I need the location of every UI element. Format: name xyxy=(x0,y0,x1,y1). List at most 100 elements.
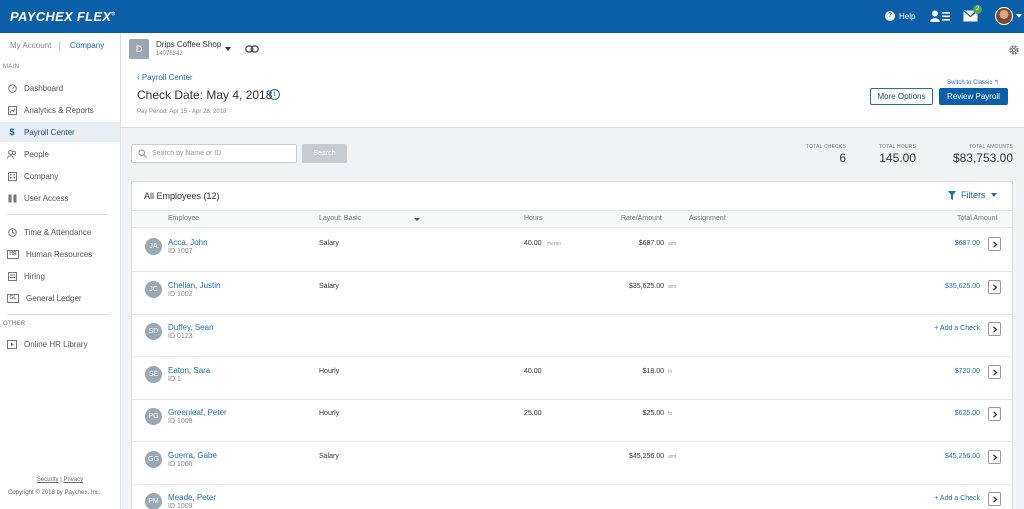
sidebar-item-hiring[interactable]: Hiring xyxy=(0,266,120,286)
link-icon[interactable] xyxy=(245,44,259,54)
employee-name-link[interactable]: Meade, Peter xyxy=(168,493,216,502)
chevron-right-icon xyxy=(993,411,998,418)
table-row[interactable]: SE Eaton, Sara ID 1 Hourly 40.00 $18.00 hr $720… xyxy=(132,357,1012,400)
column-header-rate: Rate/Amount xyxy=(621,215,662,222)
total-amount-link[interactable]: $625.00 xyxy=(955,410,980,417)
column-header-layout[interactable]: Layout: Basic xyxy=(319,215,361,222)
row-chevron-right-button[interactable] xyxy=(988,279,1001,294)
pay-layout: Salary xyxy=(319,452,339,460)
employee-name-link[interactable]: Eaton, Sara xyxy=(168,366,210,375)
rate-amount[interactable]: $687.00 xyxy=(639,240,664,247)
company-name[interactable]: Drips Coffee Shop xyxy=(156,40,221,49)
employee-name-link[interactable]: Chelian, Justin xyxy=(168,281,220,290)
user-access-icon xyxy=(7,193,17,203)
add-check-link[interactable]: + Add a Check xyxy=(934,325,980,332)
chevron-right-icon xyxy=(993,453,998,461)
sidebar-item-people[interactable]: People xyxy=(0,144,120,164)
tab-my-account[interactable]: My Account xyxy=(10,41,51,50)
hours-value[interactable]: 40.00 xyxy=(524,240,542,247)
row-chevron-right-button[interactable] xyxy=(988,237,1001,251)
total-checks-value: 6 xyxy=(839,151,846,165)
employee-name-link[interactable]: Guerra, Gabe xyxy=(168,451,217,460)
sidebar-item-label: People xyxy=(24,149,49,159)
rate-amount[interactable]: $25.00 xyxy=(643,410,664,417)
info-icon[interactable]: i xyxy=(269,89,280,100)
security-link[interactable]: Security xyxy=(37,477,59,483)
row-chevron-right-button[interactable] xyxy=(988,449,1001,464)
search-button[interactable]: Search xyxy=(302,144,347,163)
row-chevron-right-button[interactable] xyxy=(988,322,1001,336)
sidebar-item-human-resources[interactable]: HR Human Resources xyxy=(0,244,120,264)
sidebar-item-label: Payroll Center xyxy=(24,127,75,137)
hours-value[interactable]: 25.00 xyxy=(524,410,542,417)
hours-value[interactable]: 40.00 xyxy=(524,368,542,375)
review-payroll-button[interactable]: Review Payroll xyxy=(939,88,1008,105)
dashboard-icon xyxy=(7,83,17,93)
table-row[interactable]: SD Duffey, Sean ID 0123 + Add a Check xyxy=(132,314,1012,357)
chevron-right-icon xyxy=(993,241,998,248)
pay-layout: Salary xyxy=(319,240,339,247)
gear-icon[interactable] xyxy=(1008,44,1020,56)
sidebar-item-dashboard[interactable]: Dashboard xyxy=(0,78,120,98)
sidebar-item-user-access[interactable]: User Access xyxy=(0,188,120,208)
total-amount-link[interactable]: $720.00 xyxy=(955,368,980,375)
top-bar: PAYCHEX FLEX® ? Help 2 xyxy=(0,0,1024,33)
sidebar-item-label: Company xyxy=(24,171,59,181)
total-amount-link[interactable]: $45,256.00 xyxy=(945,453,980,460)
total-hours-label: TOTAL HOURS xyxy=(878,144,916,150)
total-amount-link[interactable]: $687.00 xyxy=(955,240,980,247)
filters-button[interactable]: Filters xyxy=(948,190,997,200)
privacy-link[interactable]: Privacy xyxy=(63,477,83,483)
row-chevron-right-button[interactable] xyxy=(988,407,1001,421)
sidebar-item-payroll-center[interactable]: $ Payroll Center xyxy=(0,122,120,142)
company-selector-chevron-down-icon[interactable] xyxy=(225,47,231,51)
employee-avatar: PM xyxy=(145,493,162,509)
mail-count-badge: 2 xyxy=(973,5,982,14)
table-row[interactable]: JA Acca, John ID 1007 Salary 40.00 memo $687.0… xyxy=(132,229,1012,272)
rate-amount[interactable]: $45,256.00 xyxy=(629,453,664,460)
paychex-flex-logo[interactable]: PAYCHEX FLEX® xyxy=(10,9,115,24)
sidebar-item-label: Human Resources xyxy=(26,249,93,259)
sidebar-item-label: Online HR Library xyxy=(24,339,88,349)
switch-to-classic-link[interactable]: Switch to Classic ↰ xyxy=(947,79,999,86)
help-button[interactable]: ? Help xyxy=(885,11,915,21)
sidebar-item-general-ledger[interactable]: GL General Ledger xyxy=(0,288,120,308)
employee-name-link[interactable]: Duffey, Sean xyxy=(168,323,214,332)
row-chevron-right-button[interactable] xyxy=(988,492,1001,506)
sidebar-divider xyxy=(7,314,109,315)
employee-name-link[interactable]: Greenleaf, Peter xyxy=(168,408,227,417)
total-amounts-value: $83,753.00 xyxy=(952,151,1013,165)
table-row[interactable]: PM Meade, Peter ID 1009 + Add a Check xyxy=(132,484,1012,509)
breadcrumb-back-link[interactable]: ‹ Payroll Center xyxy=(137,73,193,82)
sidebar-item-analytics-reports[interactable]: Analytics & Reports xyxy=(0,100,120,120)
employee-avatar: PG xyxy=(145,408,162,425)
hiring-icon xyxy=(7,271,17,281)
table-row[interactable]: JC Chelian, Justin ID 1002 Salary $35,625.00… xyxy=(132,272,1012,315)
layout-chevron-down-icon[interactable] xyxy=(414,218,420,221)
sidebar-item-label: User Access xyxy=(24,193,69,203)
people-directory-icon[interactable] xyxy=(930,10,950,22)
user-menu-chevron-down-icon[interactable] xyxy=(1016,14,1022,18)
rate-amount[interactable]: $18.00 xyxy=(643,368,664,375)
row-chevron-right-button[interactable] xyxy=(988,364,1001,379)
employee-avatar: GG xyxy=(145,450,162,468)
search-input[interactable] xyxy=(131,144,297,163)
more-options-button[interactable]: More Options xyxy=(870,88,933,105)
hr-icon: HR xyxy=(7,249,19,259)
sidebar-item-company[interactable]: Company xyxy=(0,166,120,186)
copyright-text: Copyright © 2018 by Paychex, Inc. xyxy=(8,490,101,496)
filters-chevron-down-icon xyxy=(990,193,997,197)
tab-company[interactable]: Company xyxy=(70,41,104,50)
column-header-employee[interactable]: Employee xyxy=(168,215,199,222)
logo-text: PAYCHEX FLEX xyxy=(10,9,112,24)
employee-name-link[interactable]: Acca, John xyxy=(168,238,208,247)
rate-amount[interactable]: $35,625.00 xyxy=(629,283,664,290)
add-check-link[interactable]: + Add a Check xyxy=(934,495,980,502)
table-row[interactable]: PG Greenleaf, Peter ID 1008 Hourly 25.00 $25.… xyxy=(132,399,1012,442)
sidebar-item-time-attendance[interactable]: Time & Attendance xyxy=(0,222,120,242)
table-row[interactable]: GG Guerra, Gabe ID 1000 Salary $45,256.00 amt… xyxy=(132,442,1012,485)
user-avatar[interactable] xyxy=(995,7,1013,25)
total-amount-link[interactable]: $35,625.00 xyxy=(945,283,980,290)
gl-icon: GL xyxy=(7,293,19,303)
sidebar-item-online-hr-library[interactable]: Online HR Library xyxy=(0,334,120,354)
